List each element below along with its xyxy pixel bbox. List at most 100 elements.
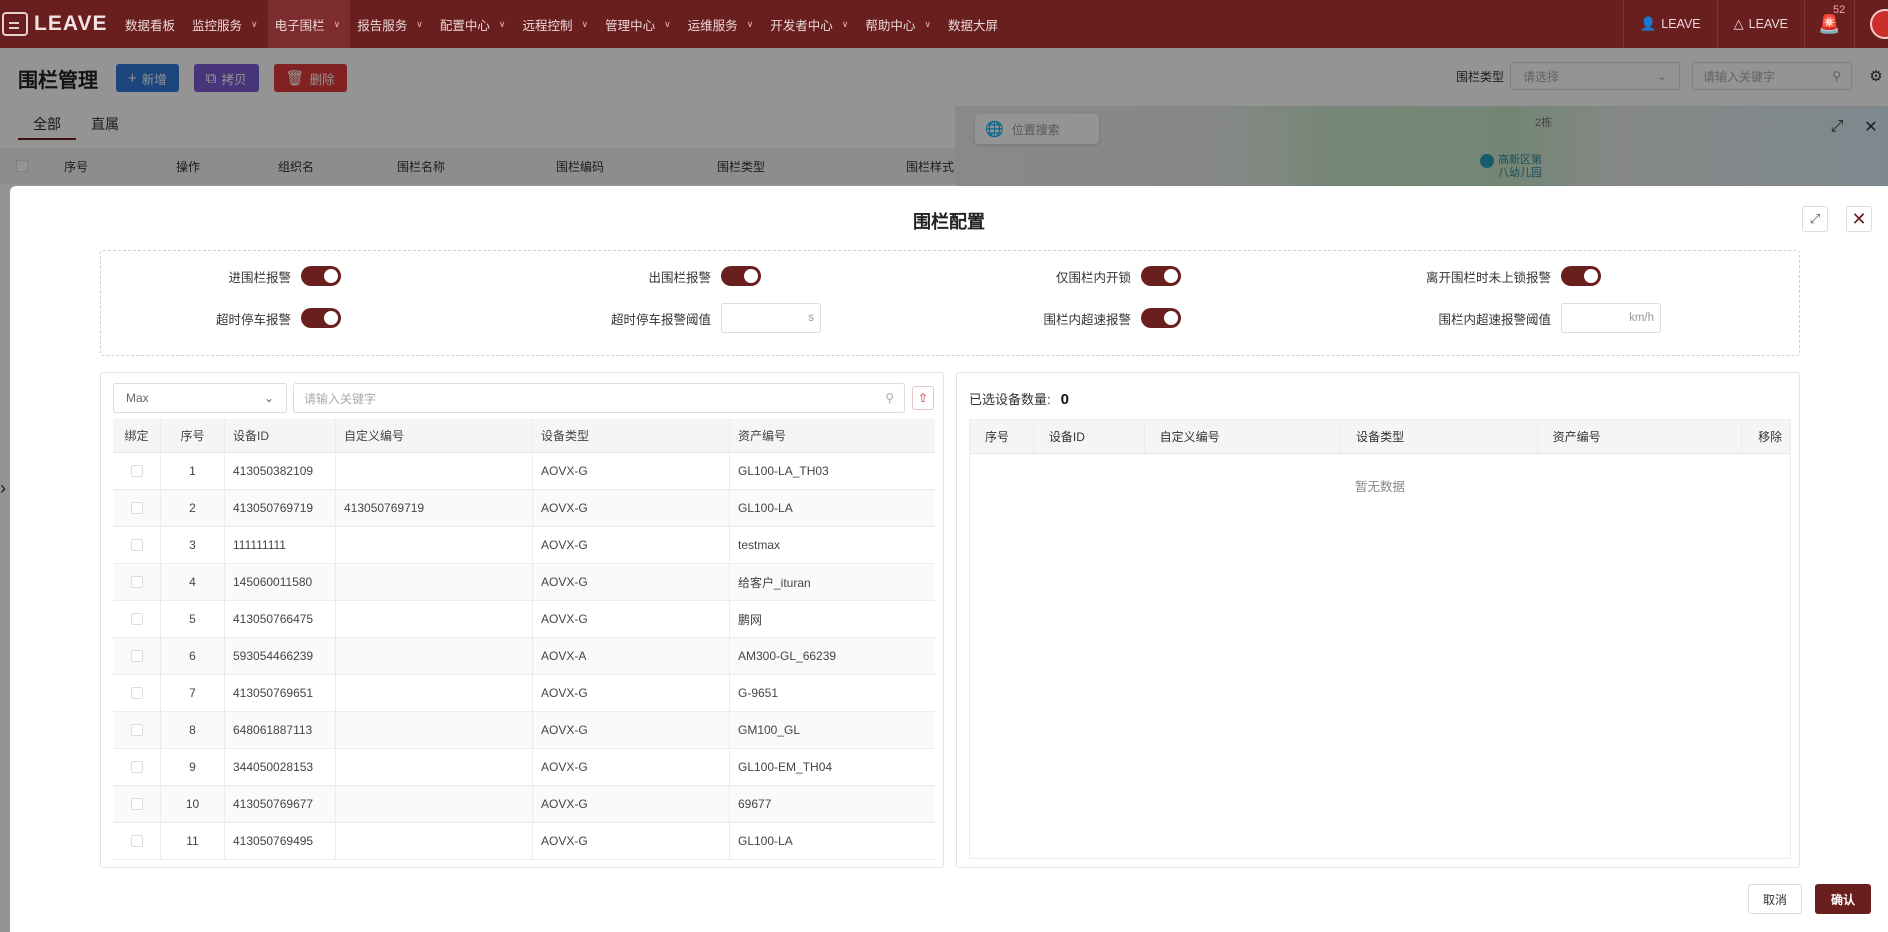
nav-item[interactable]: 开发者中心 ∨ xyxy=(763,0,858,48)
confirm-button[interactable]: 确认 xyxy=(1815,884,1871,914)
device-model-select[interactable]: Max ⌄ xyxy=(113,383,287,413)
setting-overspeed-threshold: 围栏内超速报警阈值 km/h xyxy=(1361,303,1661,333)
nav-item[interactable]: 配置中心 ∨ xyxy=(433,0,516,48)
modal-close-button[interactable]: ✕ xyxy=(1846,206,1872,232)
bind-checkbox[interactable] xyxy=(130,613,143,625)
export-icon[interactable]: ⇧ xyxy=(912,386,934,410)
device-id-cell: 413050769651 xyxy=(225,675,336,711)
cancel-button[interactable]: 取消 xyxy=(1748,884,1802,914)
bind-checkbox[interactable] xyxy=(130,502,143,514)
enter-alarm-toggle[interactable] xyxy=(301,266,341,286)
overtime-threshold-input[interactable]: s xyxy=(721,303,821,333)
chevron-down-icon: ∨ xyxy=(251,18,258,29)
device-asset-cell: GL100-LA xyxy=(738,834,793,848)
nav-item-label: 报告服务 xyxy=(357,18,408,33)
logo-icon xyxy=(2,12,28,36)
device-custom-cell: 413050769719 xyxy=(336,490,533,526)
device-no-cell: 9 xyxy=(161,749,225,785)
nav-item[interactable]: 数据大屏 xyxy=(941,0,1008,48)
exit-alarm-label: 出围栏报警 xyxy=(648,270,711,285)
chevron-down-icon: ∨ xyxy=(664,18,671,29)
device-model-value: Max xyxy=(126,391,149,405)
overtime-unit: s xyxy=(808,312,814,324)
table-row[interactable]: 2 413050769719 413050769719 AOVX-G GL100-LA xyxy=(113,490,935,527)
device-column-header: 绑定 xyxy=(113,419,161,452)
setting-overspeed: 围栏内超速报警 xyxy=(941,303,1181,333)
bind-checkbox[interactable] xyxy=(130,539,143,551)
nav-item[interactable]: 管理中心 ∨ xyxy=(598,0,681,48)
table-row[interactable]: 1 413050382109 AOVX-G GL100-LA_TH03 xyxy=(113,453,935,490)
bind-checkbox[interactable] xyxy=(130,576,143,588)
table-row[interactable]: 6 593054466239 AOVX-A AM300-GL_66239 xyxy=(113,638,935,675)
device-id-cell: 413050769495 xyxy=(225,823,336,859)
nav-item-label: 帮助中心 xyxy=(865,18,916,33)
nav-item[interactable]: 报告服务 ∨ xyxy=(350,0,433,48)
bind-cell xyxy=(113,786,161,822)
chevron-down-icon: ⌄ xyxy=(263,391,274,405)
table-row[interactable]: 3 111111111 AOVX-G testmax xyxy=(113,527,935,564)
device-search-input[interactable]: 请输入关键字 ⚲ xyxy=(293,383,905,413)
nav-item[interactable]: 运维服务 ∨ xyxy=(681,0,764,48)
table-row[interactable]: 10 413050769677 AOVX-G 69677 xyxy=(113,786,935,823)
device-id-cell: 648061887113 xyxy=(225,712,336,748)
table-row[interactable]: 9 344050028153 AOVX-G GL100-EM_TH04 xyxy=(113,749,935,786)
table-row[interactable]: 7 413050769651 AOVX-G G-9651 xyxy=(113,675,935,712)
bind-checkbox[interactable] xyxy=(130,798,143,810)
alarm-icon: 🚨 xyxy=(1818,13,1841,34)
exit-alarm-toggle[interactable] xyxy=(721,266,761,286)
nav-item[interactable]: 帮助中心 ∨ xyxy=(858,0,941,48)
user-menu[interactable]: 👤 LEAVE xyxy=(1623,0,1717,48)
nav-item[interactable]: 远程控制 ∨ xyxy=(515,0,598,48)
bind-cell xyxy=(113,712,161,748)
nav-item[interactable]: 电子围栏 ∨ xyxy=(267,0,351,48)
setting-unlock-inside: 仅围栏内开锁 xyxy=(941,261,1181,291)
device-type-cell: AOVX-G xyxy=(533,564,730,600)
setting-enter-alarm: 进围栏报警 xyxy=(101,261,341,291)
leave-unlocked-toggle[interactable] xyxy=(1561,266,1601,286)
device-asset-cell: GL100-LA xyxy=(738,501,793,515)
device-search-placeholder: 请输入关键字 xyxy=(304,391,377,406)
selected-column-header: 序号 xyxy=(970,420,1034,453)
logo[interactable]: LEAVE xyxy=(0,0,118,48)
bind-checkbox[interactable] xyxy=(130,465,143,477)
org-name: LEAVE xyxy=(1748,17,1788,31)
overspeed-toggle[interactable] xyxy=(1141,308,1181,328)
close-icon: ✕ xyxy=(1851,208,1867,229)
bind-checkbox[interactable] xyxy=(130,650,143,662)
nav-item-label: 配置中心 xyxy=(439,18,490,33)
search-icon: ⚲ xyxy=(885,391,894,405)
nav-item[interactable]: 监控服务 ∨ xyxy=(185,0,268,48)
table-row[interactable]: 4 145060011580 AOVX-G 给客户_ituran xyxy=(113,564,935,601)
bind-checkbox[interactable] xyxy=(130,687,143,699)
modal-title: 围栏配置 xyxy=(913,212,985,232)
unlock-inside-toggle[interactable] xyxy=(1141,266,1181,286)
org-menu[interactable]: △ LEAVE xyxy=(1716,0,1804,48)
device-column-header: 序号 xyxy=(161,419,225,452)
alarm-settings: 进围栏报警 出围栏报警 仅围栏内开锁 离开围栏时未上锁报警 超时停车报警 超时停… xyxy=(100,250,1800,356)
device-asset-cell: testmax xyxy=(738,538,781,552)
bind-checkbox[interactable] xyxy=(130,761,143,773)
expand-icon[interactable]: ⤢ xyxy=(1802,206,1828,232)
overspeed-threshold-input[interactable]: km/h xyxy=(1561,303,1661,333)
bind-checkbox[interactable] xyxy=(130,724,143,736)
table-row[interactable]: 5 413050766475 AOVX-G 鹏网 xyxy=(113,601,935,638)
selected-count-label: 已选设备数量: xyxy=(969,392,1051,407)
bind-cell xyxy=(113,453,161,489)
overtime-parking-toggle[interactable] xyxy=(301,308,341,328)
device-custom-cell xyxy=(336,527,533,563)
nav-item-label: 管理中心 xyxy=(605,18,656,33)
setting-exit-alarm: 出围栏报警 xyxy=(521,261,761,291)
chevron-down-icon: ∨ xyxy=(746,18,754,29)
table-row[interactable]: 11 413050769495 AOVX-G GL100-LA xyxy=(113,823,935,860)
device-custom-cell xyxy=(336,638,533,674)
chevron-down-icon: ∨ xyxy=(581,18,589,29)
device-no-cell: 1 xyxy=(161,453,225,489)
device-custom-cell xyxy=(336,601,533,637)
device-no-cell: 7 xyxy=(161,675,225,711)
device-id-cell: 413050769719 xyxy=(225,490,336,526)
bind-checkbox[interactable] xyxy=(130,835,143,847)
alarm-button[interactable]: 🚨 52 xyxy=(1804,0,1854,48)
table-row[interactable]: 8 648061887113 AOVX-G GM100_GL xyxy=(113,712,935,749)
nav-item[interactable]: 数据看板 xyxy=(118,0,185,48)
avatar[interactable] xyxy=(1854,0,1888,48)
